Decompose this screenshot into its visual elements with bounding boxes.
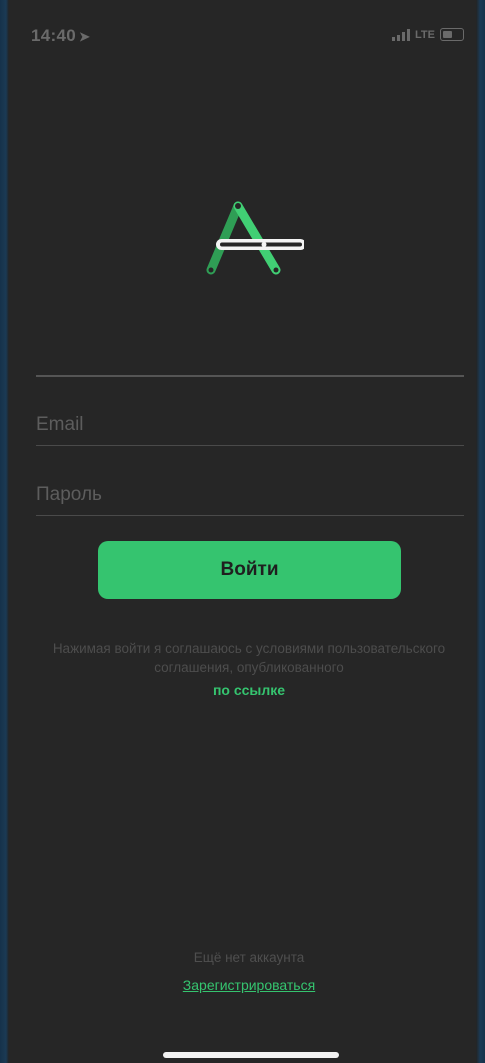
terms-link[interactable]: по ссылке [39, 681, 459, 701]
password-field[interactable] [36, 475, 464, 516]
email-field[interactable] [36, 405, 464, 446]
status-time-text: 14:40 [31, 26, 76, 45]
battery-icon [440, 28, 464, 41]
status-time: 14:40 ➤ [31, 26, 90, 46]
app-logo [206, 201, 304, 275]
terms-text: Нажимая войти я соглашаюсь с условиями п… [52, 641, 446, 675]
register-link[interactable]: Зарегистрироваться [9, 977, 485, 993]
location-arrow-icon: ➤ [78, 29, 91, 44]
terms-notice: Нажимая войти я соглашаюсь с условиями п… [39, 640, 459, 700]
status-indicators: LTE [392, 28, 464, 41]
email-input[interactable] [36, 405, 464, 445]
signal-icon [392, 28, 411, 41]
password-input[interactable] [36, 475, 464, 515]
network-label: LTE [415, 28, 435, 41]
home-indicator[interactable] [163, 1052, 339, 1058]
login-button[interactable]: Войти [98, 541, 401, 599]
no-account-text: Ещё нет аккаунта [193, 950, 305, 965]
login-screen: 14:40➤ LTE Войти Нажимая войти я соглаша… [9, 0, 476, 1063]
status-bar: 14:40 ➤ LTE [9, 0, 476, 70]
form-divider [36, 375, 464, 377]
